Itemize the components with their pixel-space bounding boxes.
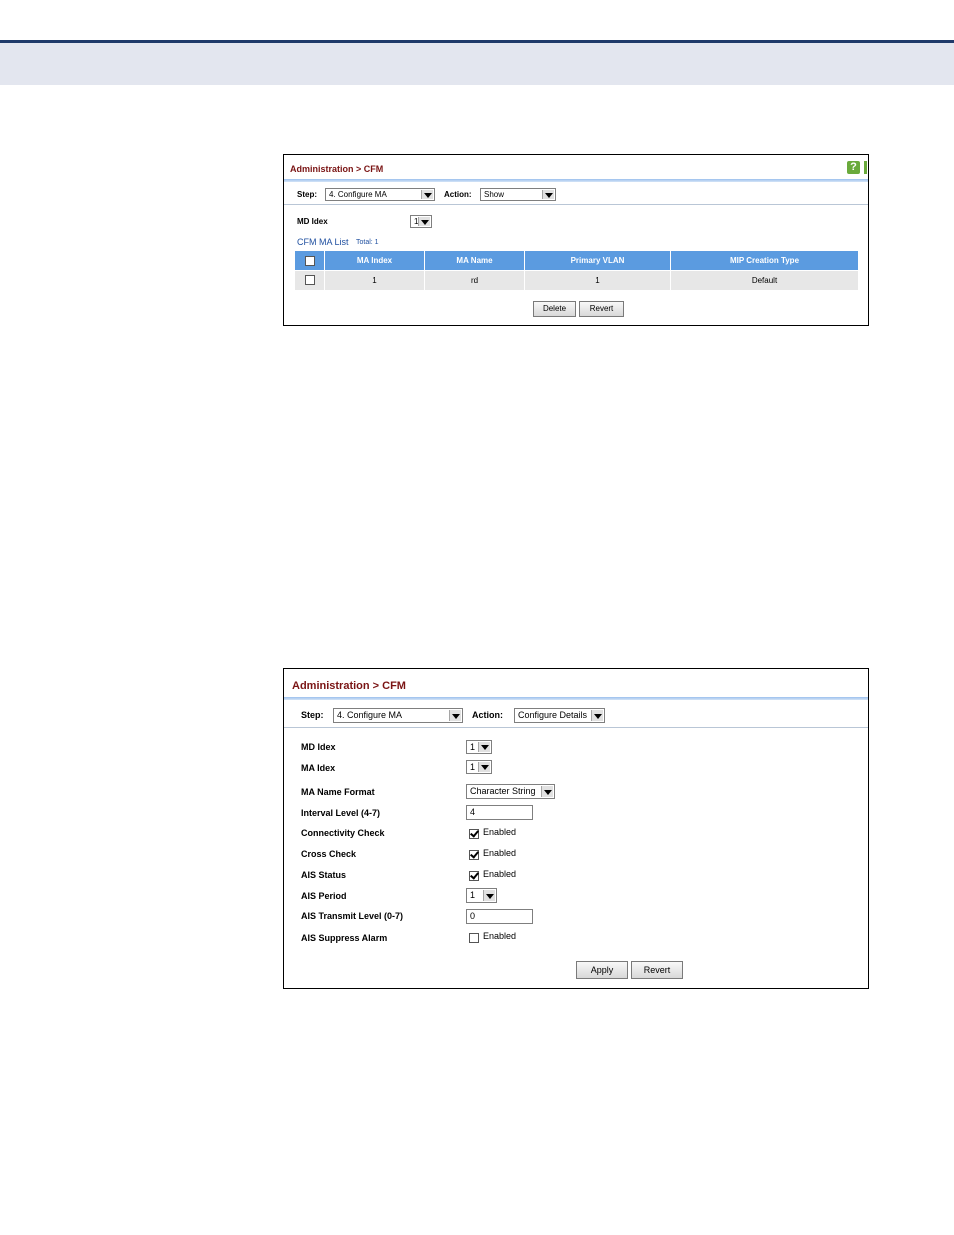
chevron-down-icon	[591, 710, 603, 721]
ais-transmit-level-input-value: 0	[470, 911, 476, 921]
action-label: Action:	[444, 190, 472, 199]
connectivity-check-label: Connectivity Check	[301, 828, 385, 838]
action-select-value: Show	[484, 190, 505, 199]
help-icon[interactable]: ?	[847, 161, 860, 174]
table-header: MA Index MA Name Primary VLAN MIP Creati…	[295, 251, 858, 270]
md-index-label: MD Idex	[301, 742, 336, 752]
interval-level-input-value: 4	[470, 807, 476, 817]
md-index-select[interactable]: 1	[410, 215, 432, 228]
step-label: Step:	[297, 190, 317, 199]
ais-period-label: AIS Period	[301, 891, 347, 901]
apply-button[interactable]: Apply	[576, 961, 628, 979]
connectivity-check-enabled-label: Enabled	[483, 827, 517, 837]
interval-level-label: Interval Level (4-7)	[301, 808, 381, 818]
ais-transmit-level-input[interactable]: 0	[466, 909, 533, 924]
table-row: 1 rd 1 Default	[295, 271, 858, 290]
chevron-down-icon	[478, 742, 490, 752]
cross-check-checkbox[interactable]	[469, 850, 479, 860]
ais-suppress-alarm-checkbox[interactable]	[469, 933, 479, 943]
ais-period-select-value: 1	[470, 890, 476, 900]
connectivity-check-checkbox[interactable]	[469, 829, 479, 839]
col-mip-creation-type[interactable]: MIP Creation Type	[671, 251, 858, 270]
md-index-label: MD Idex	[297, 217, 328, 226]
col-ma-name[interactable]: MA Name	[425, 251, 525, 270]
step-select[interactable]: 4. Configure MA	[325, 188, 435, 201]
ais-transmit-level-label: AIS Transmit Level (0-7)	[301, 911, 404, 921]
action-select-value: Configure Details	[518, 710, 588, 720]
ais-status-enabled-label: Enabled	[483, 869, 517, 879]
title-underline	[284, 697, 868, 700]
row-select-cell	[295, 271, 325, 290]
ais-period-select[interactable]: 1	[466, 888, 497, 903]
md-index-select-value: 1	[470, 742, 476, 752]
cross-check-enabled-label: Enabled	[483, 848, 517, 858]
breadcrumb: Administration > CFM	[290, 164, 384, 174]
cell-mip-creation-type: Default	[751, 276, 778, 285]
row-checkbox[interactable]	[305, 275, 315, 285]
chevron-down-icon	[478, 762, 490, 772]
ma-index-label: MA Idex	[301, 763, 336, 773]
cfm-ma-details-panel: Administration > CFM Step: 4. Configure …	[283, 668, 869, 989]
title-underline	[284, 179, 868, 182]
toolbar-divider	[284, 727, 868, 728]
help-icon-edge	[864, 161, 867, 174]
chevron-down-icon	[421, 190, 433, 199]
delete-button[interactable]: Delete	[533, 301, 576, 317]
toolbar-divider	[284, 204, 868, 205]
action-select[interactable]: Configure Details	[514, 708, 605, 723]
revert-button[interactable]: Revert	[579, 301, 624, 317]
list-total: Total: 1	[356, 239, 379, 246]
cfm-ma-list-panel: Administration > CFM ? Step: 4. Configur…	[283, 154, 869, 326]
cell-ma-index: 1	[325, 271, 425, 290]
chevron-down-icon	[418, 217, 430, 226]
step-select-value: 4. Configure MA	[329, 190, 387, 199]
ma-index-select[interactable]: 1	[466, 760, 492, 774]
header-band	[0, 43, 954, 85]
select-all-checkbox[interactable]	[305, 256, 315, 266]
ais-status-label: AIS Status	[301, 870, 347, 880]
ma-name-format-label: MA Name Format	[301, 787, 375, 797]
md-index-select[interactable]: 1	[466, 740, 492, 754]
chevron-down-icon	[542, 190, 554, 199]
chevron-down-icon	[449, 710, 461, 721]
action-select[interactable]: Show	[480, 188, 556, 201]
ma-index-select-value: 1	[470, 762, 476, 772]
ais-suppress-alarm-enabled-label: Enabled	[483, 931, 517, 941]
step-label: Step:	[301, 710, 324, 720]
chevron-down-icon	[483, 890, 495, 901]
ma-name-format-select[interactable]: Character String	[466, 784, 555, 799]
cross-check-label: Cross Check	[301, 849, 357, 859]
step-select[interactable]: 4. Configure MA	[333, 708, 463, 723]
col-primary-vlan[interactable]: Primary VLAN	[525, 251, 671, 270]
interval-level-input[interactable]: 4	[466, 805, 533, 820]
list-title: CFM MA List	[297, 237, 349, 247]
cell-primary-vlan: 1	[525, 271, 671, 290]
breadcrumb: Administration > CFM	[292, 680, 406, 692]
chevron-down-icon	[541, 786, 553, 797]
select-all-cell	[295, 251, 325, 270]
ais-status-checkbox[interactable]	[469, 871, 479, 881]
cell-ma-name: rd	[425, 271, 525, 290]
ais-suppress-alarm-label: AIS Suppress Alarm	[301, 933, 388, 943]
step-select-value: 4. Configure MA	[337, 710, 403, 720]
ma-name-format-select-value: Character String	[470, 786, 536, 796]
action-label: Action:	[472, 710, 503, 720]
revert-button[interactable]: Revert	[631, 961, 683, 979]
col-ma-index[interactable]: MA Index	[325, 251, 425, 270]
